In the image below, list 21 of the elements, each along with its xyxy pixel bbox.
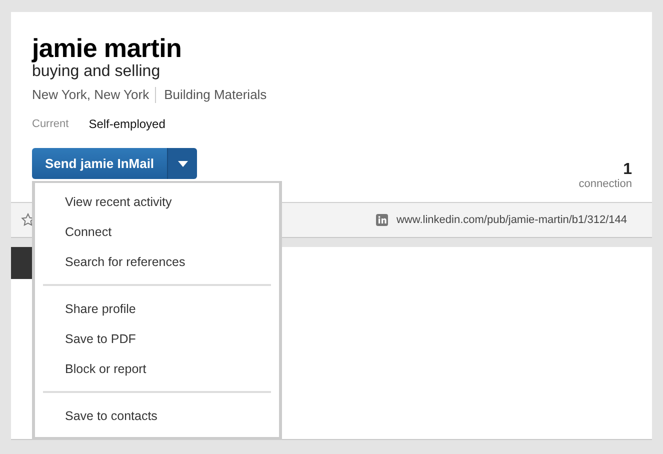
menu-item[interactable]: Search for references <box>35 247 279 277</box>
connection-count: 1 <box>623 162 632 178</box>
profile-headline: buying and selling <box>32 62 162 82</box>
menu-item[interactable]: Save to PDF <box>35 324 279 354</box>
linkedin-icon <box>376 214 388 226</box>
dropdown-button[interactable] <box>167 148 197 179</box>
menu-item[interactable]: Block or report <box>35 354 279 384</box>
caret-icon <box>178 160 188 166</box>
location: New York, New York <box>32 87 150 103</box>
connection-label: connection <box>578 178 632 190</box>
industry: Building Materials <box>164 87 267 103</box>
current-position: Self-employed <box>88 116 166 132</box>
profile-url[interactable]: www.linkedin.com/pub/jamie-martin/b1/312/144 <box>396 214 627 226</box>
menu-item[interactable]: Connect <box>35 217 279 247</box>
profile-name: jamie martin <box>32 34 183 62</box>
menu-item[interactable]: View recent activity <box>35 187 279 217</box>
star-icon[interactable] <box>21 213 35 227</box>
menu-item[interactable]: Save to contacts <box>35 401 279 431</box>
current-label: Current <box>32 117 69 132</box>
menu-item[interactable]: Share profile <box>35 294 279 324</box>
send-inmail-button[interactable]: Send jamie InMail <box>32 148 167 179</box>
